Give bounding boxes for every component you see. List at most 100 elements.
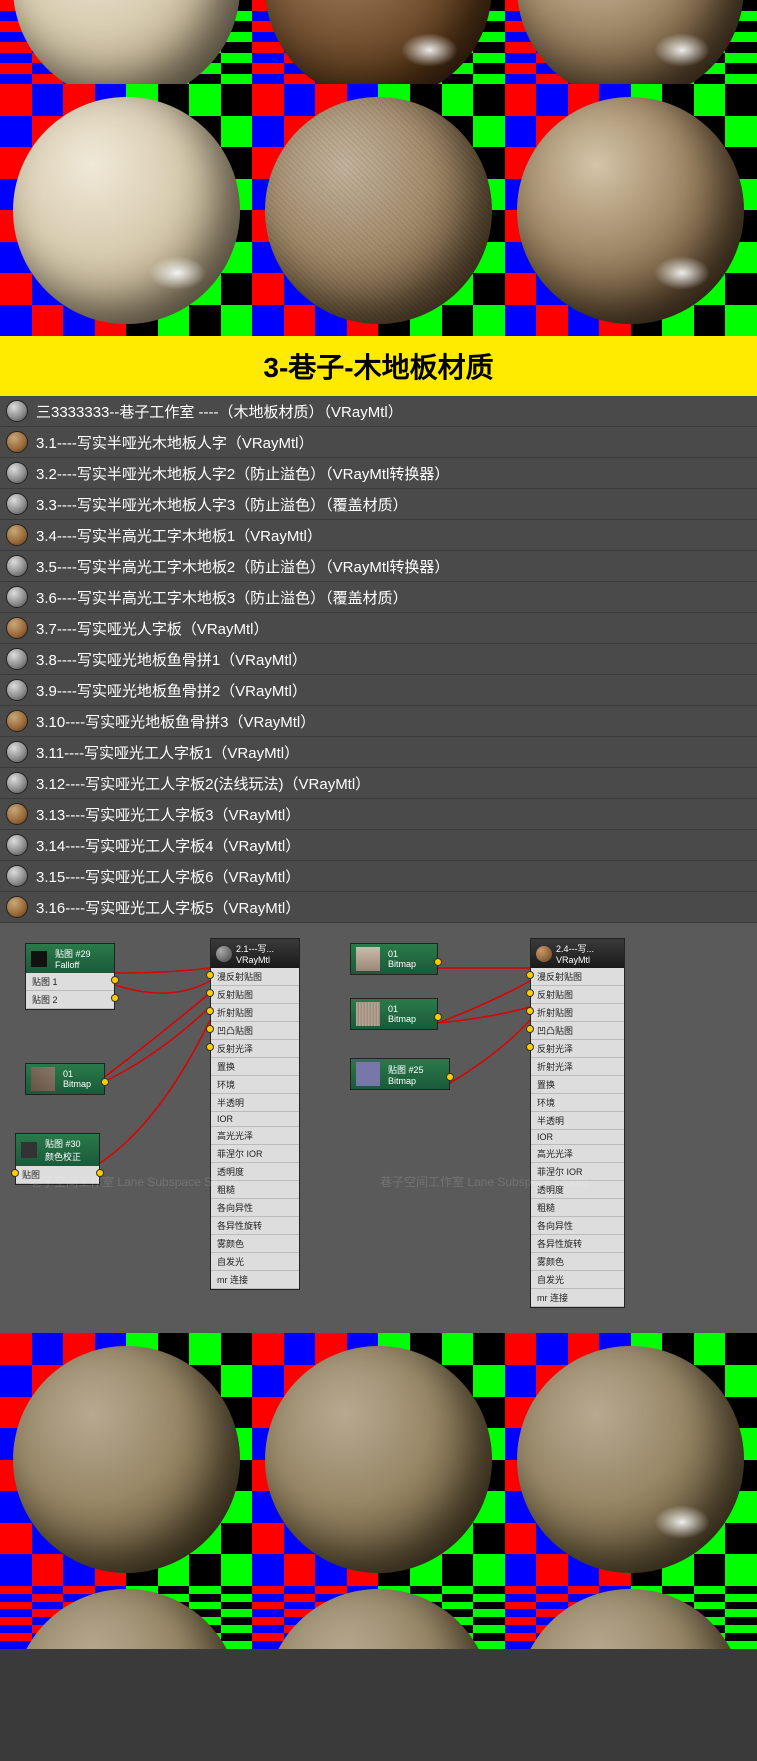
node-bitmap[interactable]: 贴图 #25Bitmap	[350, 1058, 450, 1090]
node-input[interactable]: 各异性旋转	[211, 1217, 299, 1235]
material-item[interactable]: 3.9----写实哑光地板鱼骨拼2（VRayMtl）	[0, 675, 757, 706]
node-bitmap[interactable]: 01Bitmap	[25, 1063, 105, 1095]
material-sphere	[13, 97, 240, 324]
node-input[interactable]: 半透明	[531, 1112, 624, 1130]
node-input[interactable]: 置换	[531, 1076, 624, 1094]
node-input[interactable]: 反射贴图	[211, 986, 299, 1004]
node-vraymtl[interactable]: 2.4---写...VRayMtl 漫反射贴图反射贴图折射贴图凹凸贴图反射光泽折…	[530, 938, 625, 1308]
material-list: 三3333333--巷子工作室 ----（木地板材质）（VRayMtl） 3.1-…	[0, 396, 757, 923]
node-input[interactable]: 折射贴图	[211, 1004, 299, 1022]
node-input[interactable]: 菲涅尔 IOR	[211, 1145, 299, 1163]
node-input[interactable]: 折射光泽	[531, 1058, 624, 1076]
node-input[interactable]: 反射贴图	[531, 986, 624, 1004]
material-item[interactable]: 3.16----写实哑光工人字板5（VRayMtl）	[0, 892, 757, 923]
material-sphere-icon	[6, 400, 28, 422]
node-input[interactable]: 自发光	[211, 1253, 299, 1271]
node-input[interactable]: 环境	[211, 1076, 299, 1094]
node-body: 漫反射贴图反射贴图折射贴图凹凸贴图反射光泽置换环境半透明IOR高光光泽菲涅尔 I…	[211, 968, 299, 1289]
material-label: 3.2----写实半哑光木地板人字2（防止溢色）（VRayMtl转换器）	[36, 463, 449, 484]
preview-cell	[0, 84, 252, 336]
material-label: 3.16----写实哑光工人字板5（VRayMtl）	[36, 897, 300, 918]
node-input[interactable]: 各向异性	[531, 1217, 624, 1235]
node-vraymtl[interactable]: 2.1---写...VRayMtl 漫反射贴图反射贴图折射贴图凹凸贴图反射光泽置…	[210, 938, 300, 1290]
node-input[interactable]: 菲涅尔 IOR	[531, 1163, 624, 1181]
node-header[interactable]: 2.4---写...VRayMtl	[531, 939, 624, 968]
node-input[interactable]: 粗糙	[211, 1181, 299, 1199]
material-label: 三3333333--巷子工作室 ----（木地板材质）（VRayMtl）	[36, 401, 403, 422]
node-input[interactable]: 雾颜色	[531, 1253, 624, 1271]
node-input[interactable]: 凹凸贴图	[211, 1022, 299, 1040]
material-sphere-icon	[6, 586, 28, 608]
material-item[interactable]: 3.10----写实哑光地板鱼骨拼3（VRayMtl）	[0, 706, 757, 737]
node-input[interactable]: 各向异性	[211, 1199, 299, 1217]
node-bitmap[interactable]: 01Bitmap	[350, 998, 438, 1030]
material-item[interactable]: 3.2----写实半哑光木地板人字2（防止溢色）（VRayMtl转换器）	[0, 458, 757, 489]
node-bitmap[interactable]: 01Bitmap	[350, 943, 438, 975]
preview-cell	[252, 1586, 504, 1649]
node-input[interactable]: 各异性旋转	[531, 1235, 624, 1253]
material-item[interactable]: 3.1----写实半哑光木地板人字（VRayMtl）	[0, 427, 757, 458]
material-item[interactable]: 3.14----写实哑光工人字板4（VRayMtl）	[0, 830, 757, 861]
material-sphere-icon	[6, 617, 28, 639]
node-input[interactable]: 高光光泽	[211, 1127, 299, 1145]
node-colorcorrect[interactable]: 贴图 #30颜色校正 贴图	[15, 1133, 100, 1185]
node-input[interactable]: 漫反射贴图	[531, 968, 624, 986]
material-item[interactable]: 3.15----写实哑光工人字板6（VRayMtl）	[0, 861, 757, 892]
node-header[interactable]: 贴图 #30颜色校正	[16, 1134, 99, 1166]
node-input[interactable]: 透明度	[531, 1181, 624, 1199]
material-label: 3.13----写实哑光工人字板3（VRayMtl）	[36, 804, 300, 825]
node-input[interactable]: mr 连接	[211, 1271, 299, 1289]
material-item[interactable]: 3.6----写实半高光工字木地板3（防止溢色）（覆盖材质）	[0, 582, 757, 613]
node-header[interactable]: 2.1---写...VRayMtl	[211, 939, 299, 968]
node-falloff[interactable]: 贴图 #29Falloff 贴图 1 贴图 2	[25, 943, 115, 1010]
node-editor[interactable]: 贴图 #29Falloff 贴图 1 贴图 2 01Bitmap 贴图 #30颜…	[0, 923, 757, 1333]
material-sphere-icon	[6, 493, 28, 515]
node-input[interactable]: 高光光泽	[531, 1145, 624, 1163]
node-input[interactable]: 置换	[211, 1058, 299, 1076]
material-item[interactable]: 3.3----写实半哑光木地板人字3（防止溢色）（覆盖材质）	[0, 489, 757, 520]
node-input[interactable]: 粗糙	[531, 1199, 624, 1217]
node-input[interactable]: 反射光泽	[211, 1040, 299, 1058]
material-label: 3.15----写实哑光工人字板6（VRayMtl）	[36, 866, 300, 887]
node-output[interactable]: 贴图 2	[26, 991, 114, 1009]
node-input[interactable]: 环境	[531, 1094, 624, 1112]
node-header[interactable]: 01Bitmap	[351, 944, 437, 974]
material-sphere-icon	[6, 648, 28, 670]
node-output[interactable]: 贴图 1	[26, 973, 114, 991]
node-input[interactable]: 自发光	[531, 1271, 624, 1289]
node-output[interactable]: 贴图	[16, 1166, 99, 1184]
preview-cell	[505, 84, 757, 336]
material-item[interactable]: 3.13----写实哑光工人字板3（VRayMtl）	[0, 799, 757, 830]
node-input[interactable]: mr 连接	[531, 1289, 624, 1307]
node-input[interactable]: 凹凸贴图	[531, 1022, 624, 1040]
material-sphere	[13, 1346, 240, 1573]
node-input[interactable]: 反射光泽	[531, 1040, 624, 1058]
node-header[interactable]: 01Bitmap	[26, 1064, 104, 1094]
material-item[interactable]: 3.8----写实哑光地板鱼骨拼1（VRayMtl）	[0, 644, 757, 675]
node-header[interactable]: 01Bitmap	[351, 999, 437, 1029]
node-input[interactable]: 折射贴图	[531, 1004, 624, 1022]
material-label: 3.1----写实半哑光木地板人字（VRayMtl）	[36, 432, 314, 453]
node-header[interactable]: 贴图 #29Falloff	[26, 944, 114, 973]
material-item[interactable]: 三3333333--巷子工作室 ----（木地板材质）（VRayMtl）	[0, 396, 757, 427]
node-input[interactable]: IOR	[531, 1130, 624, 1145]
node-input[interactable]: 半透明	[211, 1094, 299, 1112]
material-item[interactable]: 3.4----写实半高光工字木地板1（VRayMtl）	[0, 520, 757, 551]
material-sphere-icon	[6, 896, 28, 918]
section-title: 3-巷子-木地板材质	[0, 336, 757, 396]
preview-cell	[505, 1586, 757, 1649]
node-input[interactable]: IOR	[211, 1112, 299, 1127]
material-item[interactable]: 3.12----写实哑光工人字板2(法线玩法)（VRayMtl）	[0, 768, 757, 799]
node-header[interactable]: 贴图 #25Bitmap	[351, 1059, 449, 1089]
material-sphere-icon	[6, 524, 28, 546]
node-input[interactable]: 雾颜色	[211, 1235, 299, 1253]
node-body: 贴图	[16, 1166, 99, 1184]
node-thumbnail	[356, 947, 380, 971]
material-item[interactable]: 3.5----写实半高光工字木地板2（防止溢色）（VRayMtl转换器）	[0, 551, 757, 582]
material-item[interactable]: 3.11----写实哑光工人字板1（VRayMtl）	[0, 737, 757, 768]
node-input[interactable]: 透明度	[211, 1163, 299, 1181]
preview-cell	[252, 84, 504, 336]
node-input[interactable]: 漫反射贴图	[211, 968, 299, 986]
material-item[interactable]: 3.7----写实哑光人字板（VRayMtl）	[0, 613, 757, 644]
preview-cell	[0, 1333, 252, 1585]
